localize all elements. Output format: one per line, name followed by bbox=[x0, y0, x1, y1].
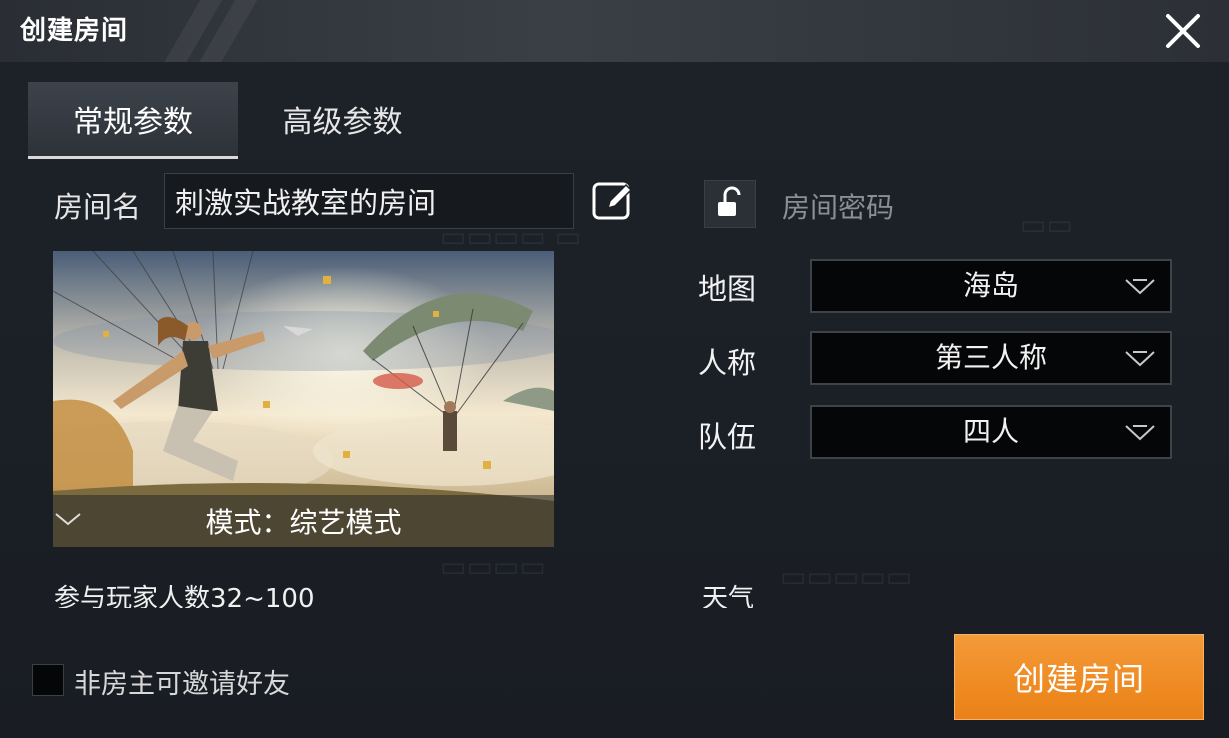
room-name-input[interactable] bbox=[164, 173, 574, 229]
unlock-icon bbox=[718, 186, 741, 216]
chevron-down-icon bbox=[55, 513, 81, 526]
mode-bar: 模式：综艺模式 bbox=[53, 495, 554, 547]
background-ghost: ▭▭ bbox=[1020, 208, 1073, 241]
perspective-value: 第三人称 bbox=[934, 341, 1047, 374]
dialog-header: 创建房间 bbox=[0, 0, 1229, 62]
create-room-button[interactable]: 创建房间 bbox=[954, 634, 1204, 720]
password-lock-toggle[interactable] bbox=[704, 180, 756, 228]
team-label: 队伍 bbox=[698, 420, 757, 454]
background-ghost: ▭▭▭▭▭ bbox=[780, 560, 913, 593]
mode-label: 模式：综艺模式 bbox=[205, 506, 402, 539]
perspective-select[interactable]: 第三人称 bbox=[810, 331, 1172, 385]
dropdown-arrow-icon bbox=[1125, 279, 1155, 295]
team-select[interactable]: 四人 bbox=[810, 405, 1172, 459]
room-name-label: 房间名 bbox=[54, 190, 142, 224]
team-value: 四人 bbox=[962, 415, 1019, 448]
tab-general-params[interactable]: 常规参数 bbox=[28, 82, 238, 159]
dropdown-arrow-icon bbox=[1125, 425, 1155, 441]
dialog-title: 创建房间 bbox=[20, 16, 129, 46]
background-ghost: ▭▭▭▭ bbox=[440, 550, 546, 583]
map-select[interactable]: 海岛 bbox=[810, 259, 1172, 313]
invite-friends-checkbox[interactable] bbox=[32, 664, 64, 696]
players-count-label: 参与玩家人数32~100 bbox=[54, 584, 315, 608]
invite-friends-label: 非房主可邀请好友 bbox=[74, 669, 290, 700]
mode-selector-card[interactable]: 模式：综艺模式 bbox=[53, 251, 554, 547]
map-value: 海岛 bbox=[962, 269, 1019, 302]
room-password-label: 房间密码 bbox=[782, 191, 895, 224]
perspective-label: 人称 bbox=[698, 346, 757, 380]
weather-label: 天气 bbox=[702, 584, 755, 608]
map-label: 地图 bbox=[698, 272, 757, 306]
dropdown-arrow-icon bbox=[1125, 351, 1155, 367]
edit-icon[interactable] bbox=[590, 178, 636, 224]
tab-advanced-params[interactable]: 高级参数 bbox=[245, 82, 440, 156]
close-icon[interactable] bbox=[1160, 8, 1206, 54]
